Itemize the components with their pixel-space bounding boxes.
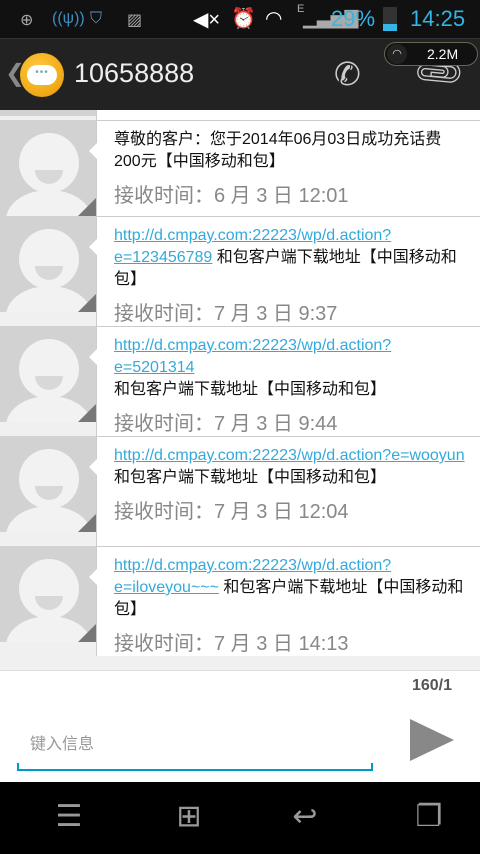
wifi-icon: ◠ bbox=[265, 8, 283, 30]
received-time: 接收时间：7 月 3 日 14:13 bbox=[114, 633, 349, 655]
message-text: http://d.cmpay.com:22223/wp/d.action?e=w… bbox=[114, 445, 466, 489]
image-icon: ▨ bbox=[127, 12, 143, 29]
notification-add-icon: ⊕ bbox=[20, 12, 34, 29]
message-body: 尊敬的客户：您于2014年06月03日成功充话费200元【中国移动和包】 bbox=[114, 131, 442, 170]
message-link[interactable]: http://d.cmpay.com:22223/wp/d.action?e=w… bbox=[114, 447, 465, 464]
message-row[interactable]: http://d.cmpay.com:22223/wp/d.action?e=1… bbox=[0, 216, 480, 326]
message-bubble[interactable]: http://d.cmpay.com:22223/wp/d.action?e=5… bbox=[89, 326, 480, 436]
contact-avatar[interactable] bbox=[0, 216, 96, 312]
action-bar: ❮ ••• 10658888 ✆ 📎︎ ◠ 2.2M bbox=[0, 38, 480, 110]
avatar bbox=[0, 110, 96, 116]
message-bubble[interactable]: http://d.cmpay.com:22223/wp/d.action?e=1… bbox=[89, 216, 480, 326]
contact-avatar[interactable] bbox=[0, 120, 96, 216]
back-icon[interactable]: ↩ bbox=[288, 800, 322, 834]
input-underline bbox=[17, 763, 373, 771]
compose-bar: 160/1 bbox=[0, 670, 480, 782]
message-row[interactable]: 尊敬的客户：您于2014年06月03日成功充话费200元【中国移动和包】 接收时… bbox=[0, 120, 480, 216]
contact-avatar[interactable] bbox=[0, 546, 96, 642]
battery-icon bbox=[383, 7, 397, 31]
message-bubble[interactable]: 尊敬的客户：您于2014年06月03日成功充话费200元【中国移动和包】 接收时… bbox=[89, 120, 480, 216]
network-speed-widget: ◠ 2.2M bbox=[384, 42, 478, 66]
received-time: 接收时间：6 月 3 日 12:01 bbox=[114, 185, 349, 207]
contact-avatar[interactable] bbox=[0, 326, 96, 422]
received-time: 接收时间：7 月 3 日 9:44 bbox=[114, 413, 338, 435]
status-bar: ⊕ ((ψ)) ⛉ ▨ ◀× ⏰ ◠ E ▁▃▅▇ 29% 14:25 bbox=[0, 0, 480, 38]
received-time: 接收时间：7 月 3 日 9:37 bbox=[114, 303, 338, 325]
conversation-title: 10658888 bbox=[74, 58, 195, 88]
message-row[interactable]: http://d.cmpay.com:22223/wp/d.action?e=5… bbox=[0, 326, 480, 436]
mute-icon: ◀× bbox=[193, 9, 221, 31]
network-speed: 2.2M bbox=[427, 46, 459, 62]
message-text: http://d.cmpay.com:22223/wp/d.action?e=5… bbox=[114, 335, 466, 401]
contact-avatar[interactable] bbox=[0, 436, 96, 532]
message-bubble[interactable]: http://d.cmpay.com:22223/wp/d.action?e=w… bbox=[89, 436, 480, 546]
battery-percent: 29% bbox=[331, 6, 376, 31]
home-icon[interactable]: ⊞ bbox=[172, 800, 206, 834]
message-bubble[interactable]: http://d.cmpay.com:22223/wp/d.action?e=i… bbox=[89, 546, 480, 656]
message-list[interactable]: 尊敬的客户：您于2014年06月03日成功充话费200元【中国移动和包】 接收时… bbox=[0, 110, 480, 670]
navigation-bar: ☰ ⊞ ↩ ❐ bbox=[0, 782, 480, 854]
character-counter: 160/1 bbox=[411, 677, 452, 694]
message-link[interactable]: http://d.cmpay.com:22223/wp/d.action?e=5… bbox=[114, 337, 391, 376]
alarm-icon: ⏰ bbox=[231, 8, 256, 30]
message-text: http://d.cmpay.com:22223/wp/d.action?e=1… bbox=[114, 225, 466, 291]
clock: 14:25 bbox=[410, 6, 466, 31]
messaging-app-logo[interactable]: ••• bbox=[20, 53, 64, 97]
message-text: 尊敬的客户：您于2014年06月03日成功充话费200元【中国移动和包】 bbox=[114, 129, 466, 173]
received-time: 接收时间：7 月 3 日 12:04 bbox=[114, 501, 349, 523]
message-row[interactable]: http://d.cmpay.com:22223/wp/d.action?e=i… bbox=[0, 546, 480, 656]
wifi-icon: ◠ bbox=[387, 44, 407, 64]
message-body: 和包客户端下载地址【中国移动和包】 bbox=[114, 381, 387, 398]
message-body: 和包客户端下载地址【中国移动和包】 bbox=[114, 469, 387, 486]
phone-icon[interactable]: ✆ bbox=[334, 55, 361, 93]
message-row[interactable]: http://d.cmpay.com:22223/wp/d.action?e=w… bbox=[0, 436, 480, 546]
usb-tether-icon: ((ψ)) bbox=[52, 10, 85, 27]
send-icon[interactable] bbox=[410, 719, 454, 761]
shield-m-icon: ⛉ bbox=[90, 10, 103, 27]
message-text: http://d.cmpay.com:22223/wp/d.action?e=i… bbox=[114, 555, 466, 621]
menu-icon[interactable]: ☰ bbox=[52, 800, 86, 834]
recent-apps-icon[interactable]: ❐ bbox=[412, 800, 446, 834]
